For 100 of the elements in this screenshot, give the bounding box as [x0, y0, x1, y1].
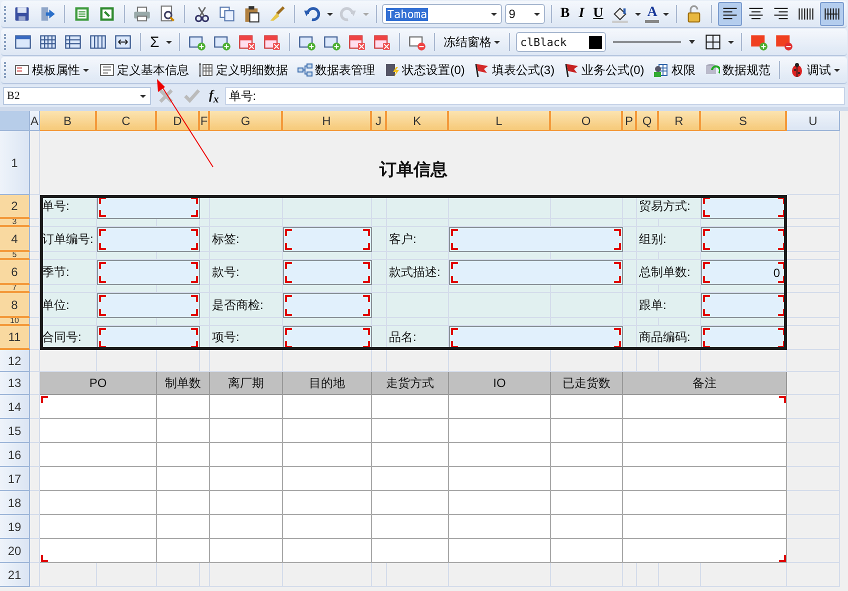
column-header[interactable]: D: [157, 111, 200, 131]
table-cell[interactable]: [623, 515, 787, 539]
sheet-cell[interactable]: [97, 219, 157, 227]
table-cell[interactable]: [623, 419, 787, 443]
sheet-cell[interactable]: [200, 252, 210, 260]
toolbar-button[interactable]: 调试: [786, 62, 844, 78]
table-cell[interactable]: [551, 467, 623, 491]
table-cell[interactable]: [283, 539, 372, 563]
sheet-cell[interactable]: [97, 252, 157, 260]
column-header[interactable]: F: [200, 111, 210, 131]
sheet-cell[interactable]: [200, 227, 210, 252]
sheet-cell[interactable]: [551, 252, 623, 260]
column-header[interactable]: Q: [637, 111, 659, 131]
table-cell[interactable]: [157, 419, 210, 443]
row-header[interactable]: 13: [0, 372, 30, 395]
row-header[interactable]: 17: [0, 467, 30, 491]
table-cell[interactable]: [551, 419, 623, 443]
table-cell[interactable]: [40, 491, 157, 515]
sheet-cell[interactable]: [387, 219, 449, 227]
table-cell[interactable]: [283, 467, 372, 491]
sheet-cell[interactable]: [387, 285, 449, 293]
sheet-cell[interactable]: [40, 252, 97, 260]
sheet-cell[interactable]: [283, 252, 372, 260]
table-cell[interactable]: [449, 491, 551, 515]
sheet-cell[interactable]: [387, 318, 449, 326]
sheet-cell[interactable]: [701, 252, 787, 260]
table-cell[interactable]: [623, 395, 787, 419]
column-header[interactable]: C: [97, 111, 157, 131]
table-cell[interactable]: [157, 395, 210, 419]
sheet-cell[interactable]: [372, 219, 387, 227]
sheet-cell[interactable]: [283, 318, 372, 326]
table-cell[interactable]: [372, 395, 449, 419]
sheet-cell[interactable]: [210, 252, 283, 260]
sheet-cell[interactable]: [787, 219, 840, 227]
color-dropdown[interactable]: clBlack: [516, 32, 606, 52]
table-cell[interactable]: [210, 419, 283, 443]
table-cell[interactable]: [372, 443, 449, 467]
align-left-icon[interactable]: [718, 2, 742, 26]
sheet-cell[interactable]: [551, 219, 623, 227]
input-field[interactable]: 0: [701, 260, 787, 285]
sheet-cell[interactable]: [372, 260, 387, 285]
table-cell[interactable]: [157, 443, 210, 467]
format-button[interactable]: U: [590, 6, 606, 22]
input-field[interactable]: [701, 293, 787, 318]
table-cell[interactable]: [372, 491, 449, 515]
sheet-cell[interactable]: [30, 293, 40, 318]
sheet-cell[interactable]: [372, 293, 387, 318]
row-header[interactable]: 16: [0, 443, 30, 467]
table-cell[interactable]: [210, 467, 283, 491]
table-cell[interactable]: [157, 491, 210, 515]
sheet-cell[interactable]: [659, 219, 701, 227]
input-field[interactable]: [283, 260, 372, 285]
table-cell[interactable]: [449, 395, 551, 419]
sheet-cell[interactable]: [787, 318, 840, 326]
sheet-cell[interactable]: [200, 318, 210, 326]
cell-reference-dropdown[interactable]: B2: [3, 87, 151, 105]
row-header[interactable]: 12: [0, 350, 30, 372]
input-field[interactable]: [97, 293, 200, 318]
column-header[interactable]: A: [30, 111, 40, 131]
sheet-cell[interactable]: [210, 285, 283, 293]
sheet-cell[interactable]: [659, 285, 701, 293]
table-cell[interactable]: [283, 395, 372, 419]
sheet-cell[interactable]: [551, 318, 623, 326]
caret-icon[interactable]: [662, 10, 670, 18]
sheet-cell[interactable]: [623, 252, 637, 260]
sheet-cell[interactable]: [283, 219, 372, 227]
sheet-cell[interactable]: [210, 318, 283, 326]
sheet-cell[interactable]: [787, 350, 840, 372]
table-cell[interactable]: [157, 515, 210, 539]
function-button[interactable]: f$_{x}$: [207, 86, 221, 106]
sheet-cell[interactable]: [787, 293, 840, 318]
sheet-cell[interactable]: [40, 285, 97, 293]
table-cell[interactable]: [623, 491, 787, 515]
column-header[interactable]: P: [623, 111, 637, 131]
table-cell[interactable]: [283, 419, 372, 443]
sheet-cell[interactable]: [30, 285, 40, 293]
sheet-cell[interactable]: [372, 285, 387, 293]
row-header[interactable]: 8: [0, 293, 30, 318]
sheet-cell[interactable]: [157, 252, 200, 260]
table-cell[interactable]: [372, 419, 449, 443]
column-header[interactable]: O: [551, 111, 623, 131]
caret-icon[interactable]: [727, 38, 736, 46]
row-header[interactable]: 14: [0, 395, 30, 419]
caret-icon[interactable]: [490, 10, 498, 18]
toolbar-button[interactable]: 定义基本信息: [96, 62, 192, 78]
sheet-cell[interactable]: [157, 219, 200, 227]
table-cell[interactable]: [157, 467, 210, 491]
row-header[interactable]: 18: [0, 491, 30, 515]
column-header[interactable]: L: [449, 111, 551, 131]
table-cell[interactable]: [551, 491, 623, 515]
format-button[interactable]: B: [557, 6, 573, 22]
table-cell[interactable]: [210, 395, 283, 419]
sheet-cell[interactable]: [623, 318, 637, 326]
font-size-dropdown[interactable]: 9: [504, 4, 545, 24]
sheet-cell[interactable]: [551, 285, 623, 293]
input-field[interactable]: [283, 227, 372, 252]
table-cell[interactable]: [623, 443, 787, 467]
table-cell[interactable]: [210, 443, 283, 467]
row-header[interactable]: 15: [0, 419, 30, 443]
row-header[interactable]: 6: [0, 260, 30, 285]
